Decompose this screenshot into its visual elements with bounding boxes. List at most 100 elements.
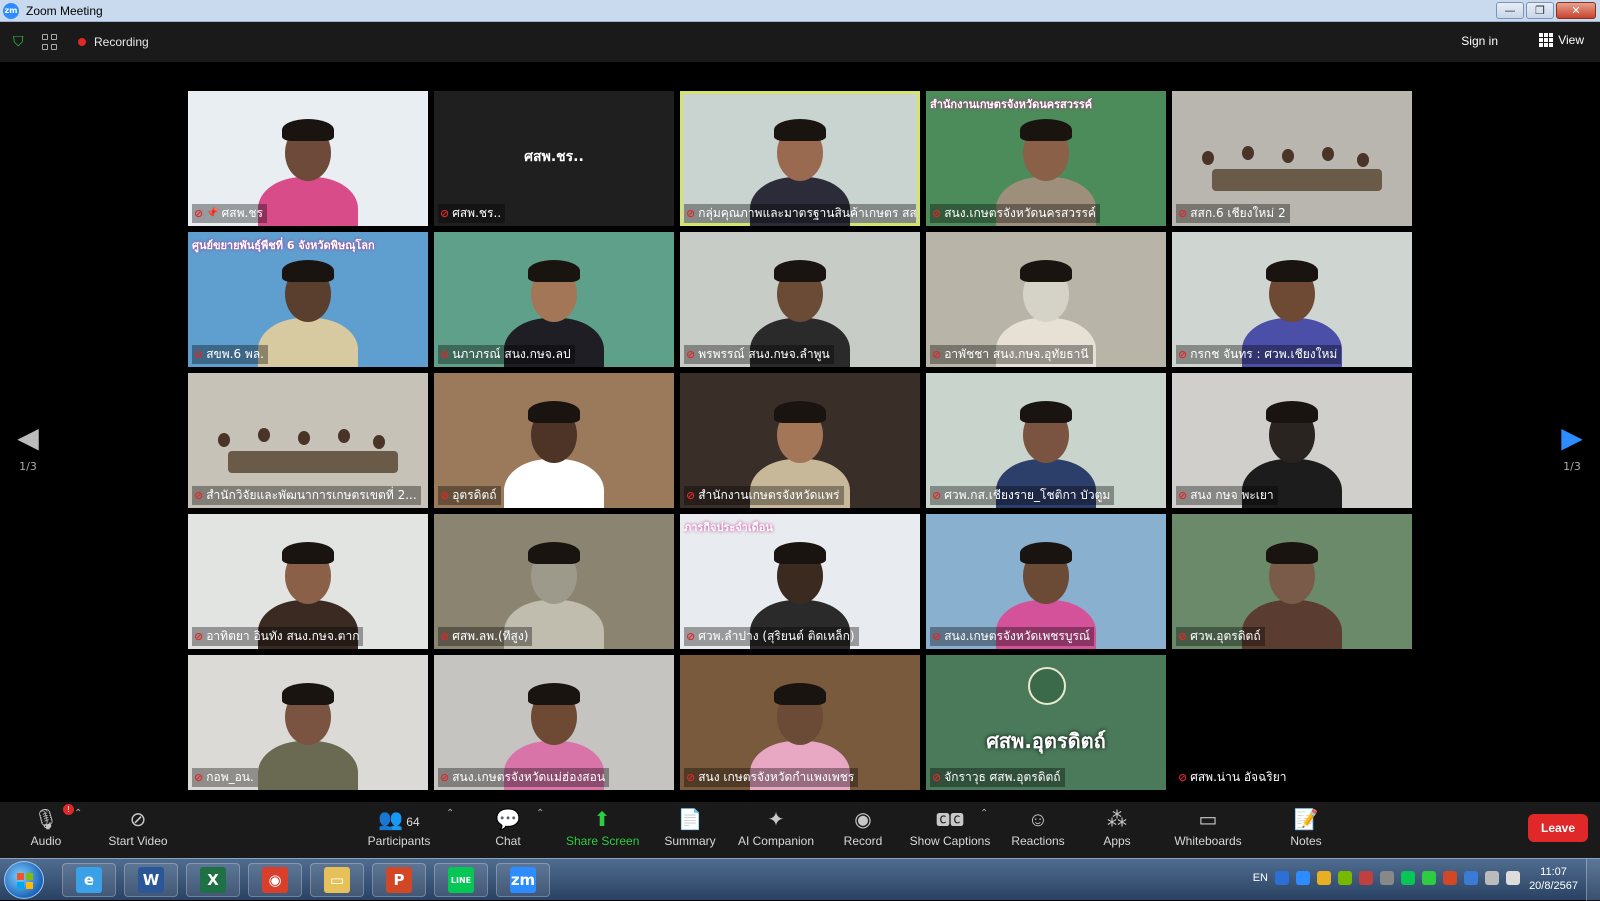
video-tile[interactable]: ⊘ ศสพ.ลพ.(ทีสูง) xyxy=(434,514,674,649)
action-center-flag-icon[interactable] xyxy=(1506,871,1520,885)
taskbar-line-button[interactable]: LINE xyxy=(434,863,488,897)
participants-label: Participants xyxy=(367,834,431,848)
recording-label[interactable]: Recording xyxy=(94,35,149,49)
record-button[interactable]: ◉ Record xyxy=(842,808,884,848)
help-icon[interactable] xyxy=(1275,871,1289,885)
video-tile[interactable]: ศูนย์ขยายพันธุ์พืชที่ 6 จังหวัดพิษณุโลก ⊘… xyxy=(188,232,428,367)
start-video-button[interactable]: ⊘ Start Video xyxy=(106,808,170,848)
leave-button[interactable]: Leave xyxy=(1528,814,1588,842)
video-tile[interactable]: สำนักงานเกษตรจังหวัดนครสวรรค์ ⊘ สนง.เกษตรจ… xyxy=(926,91,1166,226)
show-desktop-button[interactable] xyxy=(1586,859,1600,901)
share-screen-button[interactable]: ⬆ Share Screen xyxy=(566,808,640,848)
minimize-button[interactable]: — xyxy=(1496,2,1524,19)
audio-warning-badge: ! xyxy=(63,804,74,815)
system-clock[interactable]: 11:07 20/8/2567 xyxy=(1529,865,1578,893)
update-tray-icon[interactable] xyxy=(1422,871,1436,885)
participant-body xyxy=(504,459,604,508)
meeting-info-grid-icon[interactable] xyxy=(42,34,58,50)
video-tile[interactable]: ⊘ อุตรดิตถ์ xyxy=(434,373,674,508)
attendee-head xyxy=(1242,146,1254,160)
participant-name-label: ⊘ สนง.เกษตรจังหวัดนครสวรรค์ xyxy=(930,204,1100,223)
sign-in-link[interactable]: Sign in xyxy=(1461,34,1498,48)
video-tile[interactable]: ศสพ.ชร.. ⊘ ศสพ.ชร.. xyxy=(434,91,674,226)
mic-muted-icon: ⊘ xyxy=(686,207,696,220)
video-tile[interactable]: ⊘ สำนักวิจัยและพัฒนาการเกษตรเขตที่ 2... xyxy=(188,373,428,508)
chat-options-caret-icon[interactable]: ⌃ xyxy=(536,808,544,819)
taskbar-word-button[interactable]: W xyxy=(124,863,178,897)
video-tile[interactable]: ⊘ สำนักงานเกษตรจังหวัดแพร่ xyxy=(680,373,920,508)
video-tile[interactable]: ⊘ อาทิตยา อินทัง สนง.กษจ.ตาก xyxy=(188,514,428,649)
captions-options-caret-icon[interactable]: ⌃ xyxy=(980,808,988,819)
participant-name: ศสพ.ลพ.(ทีสูง) xyxy=(452,629,529,643)
video-tile[interactable]: ⊘ พรพรรณ์ สนง.กษจ.ลำพูน xyxy=(680,232,920,367)
summary-button[interactable]: 📄 Summary xyxy=(662,808,718,848)
video-tile[interactable]: ⊘ ศวพ.กส.เชียงราย_โชติกา บัวตูม xyxy=(926,373,1166,508)
whiteboards-button[interactable]: ▭ Whiteboards xyxy=(1172,808,1244,848)
video-tile[interactable]: ⊘ กลุ่มคุณภาพและมาตรฐานสินค้าเกษตร สสจ. xyxy=(680,91,920,226)
video-tile[interactable]: ⊘ สสก.6 เชียงใหม่ 2 xyxy=(1172,91,1412,226)
participant-hair xyxy=(774,401,826,423)
network-signal-icon[interactable] xyxy=(1485,871,1499,885)
participant-hair xyxy=(1020,260,1072,282)
participants-options-caret-icon[interactable]: ⌃ xyxy=(446,808,454,819)
participant-name: ศสพ.น่าน อัจฉริยา xyxy=(1190,770,1287,784)
video-tile[interactable]: ภารกิจประจำเดือน ⊘ ศวพ.ลำปาง (สุริยนต์ ติด… xyxy=(680,514,920,649)
mic-muted-icon: ⊘ xyxy=(686,348,696,361)
restore-button[interactable]: ❐ xyxy=(1526,2,1554,19)
bluetooth-icon[interactable] xyxy=(1464,871,1478,885)
zoom-tray-icon[interactable] xyxy=(1296,871,1310,885)
participant-name: ศสพ.ชร.. xyxy=(452,206,502,220)
chat-button[interactable]: 💬 Chat xyxy=(490,808,526,848)
video-tile[interactable]: ⊘ สนง.เกษตรจังหวัดเพชรบูรณ์ xyxy=(926,514,1166,649)
notes-button[interactable]: 📝 Notes xyxy=(1288,808,1324,848)
mic-muted-icon: ⊘ xyxy=(1178,489,1188,502)
nvidia-tray-icon[interactable] xyxy=(1338,871,1352,885)
share-screen-label: Share Screen xyxy=(566,834,640,848)
video-tile[interactable]: ⊘ กอพ_อน. xyxy=(188,655,428,790)
taskbar-ie-button[interactable]: e xyxy=(62,863,116,897)
volume-muted-icon[interactable] xyxy=(1380,871,1394,885)
mic-muted-icon: ⊘ xyxy=(194,207,204,220)
taskbar-powerpoint-button[interactable]: P xyxy=(372,863,426,897)
video-tile[interactable]: ⊘ 📌 ศสพ.ชร xyxy=(188,91,428,226)
video-tile[interactable]: ⊘ อาพัชชา สนง.กษจ.อุทัยธานี xyxy=(926,232,1166,367)
apps-button[interactable]: ⁂ Apps xyxy=(1100,808,1134,848)
taskbar-chrome-button[interactable]: ◉ xyxy=(248,863,302,897)
pdf-tray-icon[interactable] xyxy=(1443,871,1457,885)
video-tile[interactable]: ⊘ สนง เกษตรจังหวัดกำแพงเพชร xyxy=(680,655,920,790)
participant-name-label: ⊘ ศสพ.ชร.. xyxy=(438,204,506,223)
audio-button[interactable]: 🎙! Audio xyxy=(26,804,74,848)
participant-name-label: ⊘ สนง.เกษตรจังหวัดแม่ฮ่องสอน xyxy=(438,768,610,787)
participant-name-label: ⊘ อาพัชชา สนง.กษจ.อุทัยธานี xyxy=(930,345,1093,364)
video-tile[interactable]: ⊘ สนง.เกษตรจังหวัดแม่ฮ่องสอน xyxy=(434,655,674,790)
video-tile[interactable]: ⊘ สนง กษจ พะเยา xyxy=(1172,373,1412,508)
taskbar-zoom-button[interactable]: zm xyxy=(496,863,550,897)
participant-name: สสก.6 เชียงใหม่ 2 xyxy=(1190,206,1286,220)
security-shield-icon[interactable]: ⛉ xyxy=(13,34,27,50)
start-button[interactable] xyxy=(4,861,44,899)
video-tile[interactable]: ⊘ ศวพ.อุตรดิตถ์ xyxy=(1172,514,1412,649)
antivirus-tray-icon[interactable] xyxy=(1359,871,1373,885)
video-tile[interactable]: ⊘ กรกช จันทร : ศวพ.เชียงใหม่ xyxy=(1172,232,1412,367)
video-off-icon: ⊘ xyxy=(129,809,147,831)
ai-companion-button[interactable]: ✦ AI Companion xyxy=(736,808,816,848)
participants-button[interactable]: 👥 64 Participants xyxy=(366,808,432,848)
taskbar-explorer-button[interactable]: ▭ xyxy=(310,863,364,897)
participant-body xyxy=(258,318,358,367)
reactions-button[interactable]: ☺ Reactions xyxy=(1010,808,1066,848)
next-page-button[interactable]: ▶ 1/3 xyxy=(1552,422,1592,474)
language-indicator[interactable]: EN xyxy=(1253,872,1268,884)
video-tile[interactable]: ⊘ นภาภรณ์ สนง.กษจ.ลป xyxy=(434,232,674,367)
mic-muted-icon: ⊘ xyxy=(440,630,450,643)
video-tile[interactable]: ⊘ ศสพ.น่าน อัจฉริยา xyxy=(1172,655,1412,790)
participant-name-label: ⊘ ศวพ.อุตรดิตถ์ xyxy=(1176,627,1265,646)
participant-hair xyxy=(528,542,580,564)
audio-options-caret-icon[interactable]: ⌃ xyxy=(74,808,82,819)
video-tile[interactable]: ศสพ.อุตรดิตถ์ ⊘ จักราวุธ ศสพ.อุตรดิตถ์ xyxy=(926,655,1166,790)
security-tray-icon[interactable] xyxy=(1317,871,1331,885)
taskbar-excel-button[interactable]: X xyxy=(186,863,240,897)
close-window-button[interactable]: ✕ xyxy=(1556,2,1596,19)
previous-page-button[interactable]: ◀ 1/3 xyxy=(8,422,48,474)
view-button[interactable]: View xyxy=(1539,33,1584,47)
line-tray-icon[interactable] xyxy=(1401,871,1415,885)
